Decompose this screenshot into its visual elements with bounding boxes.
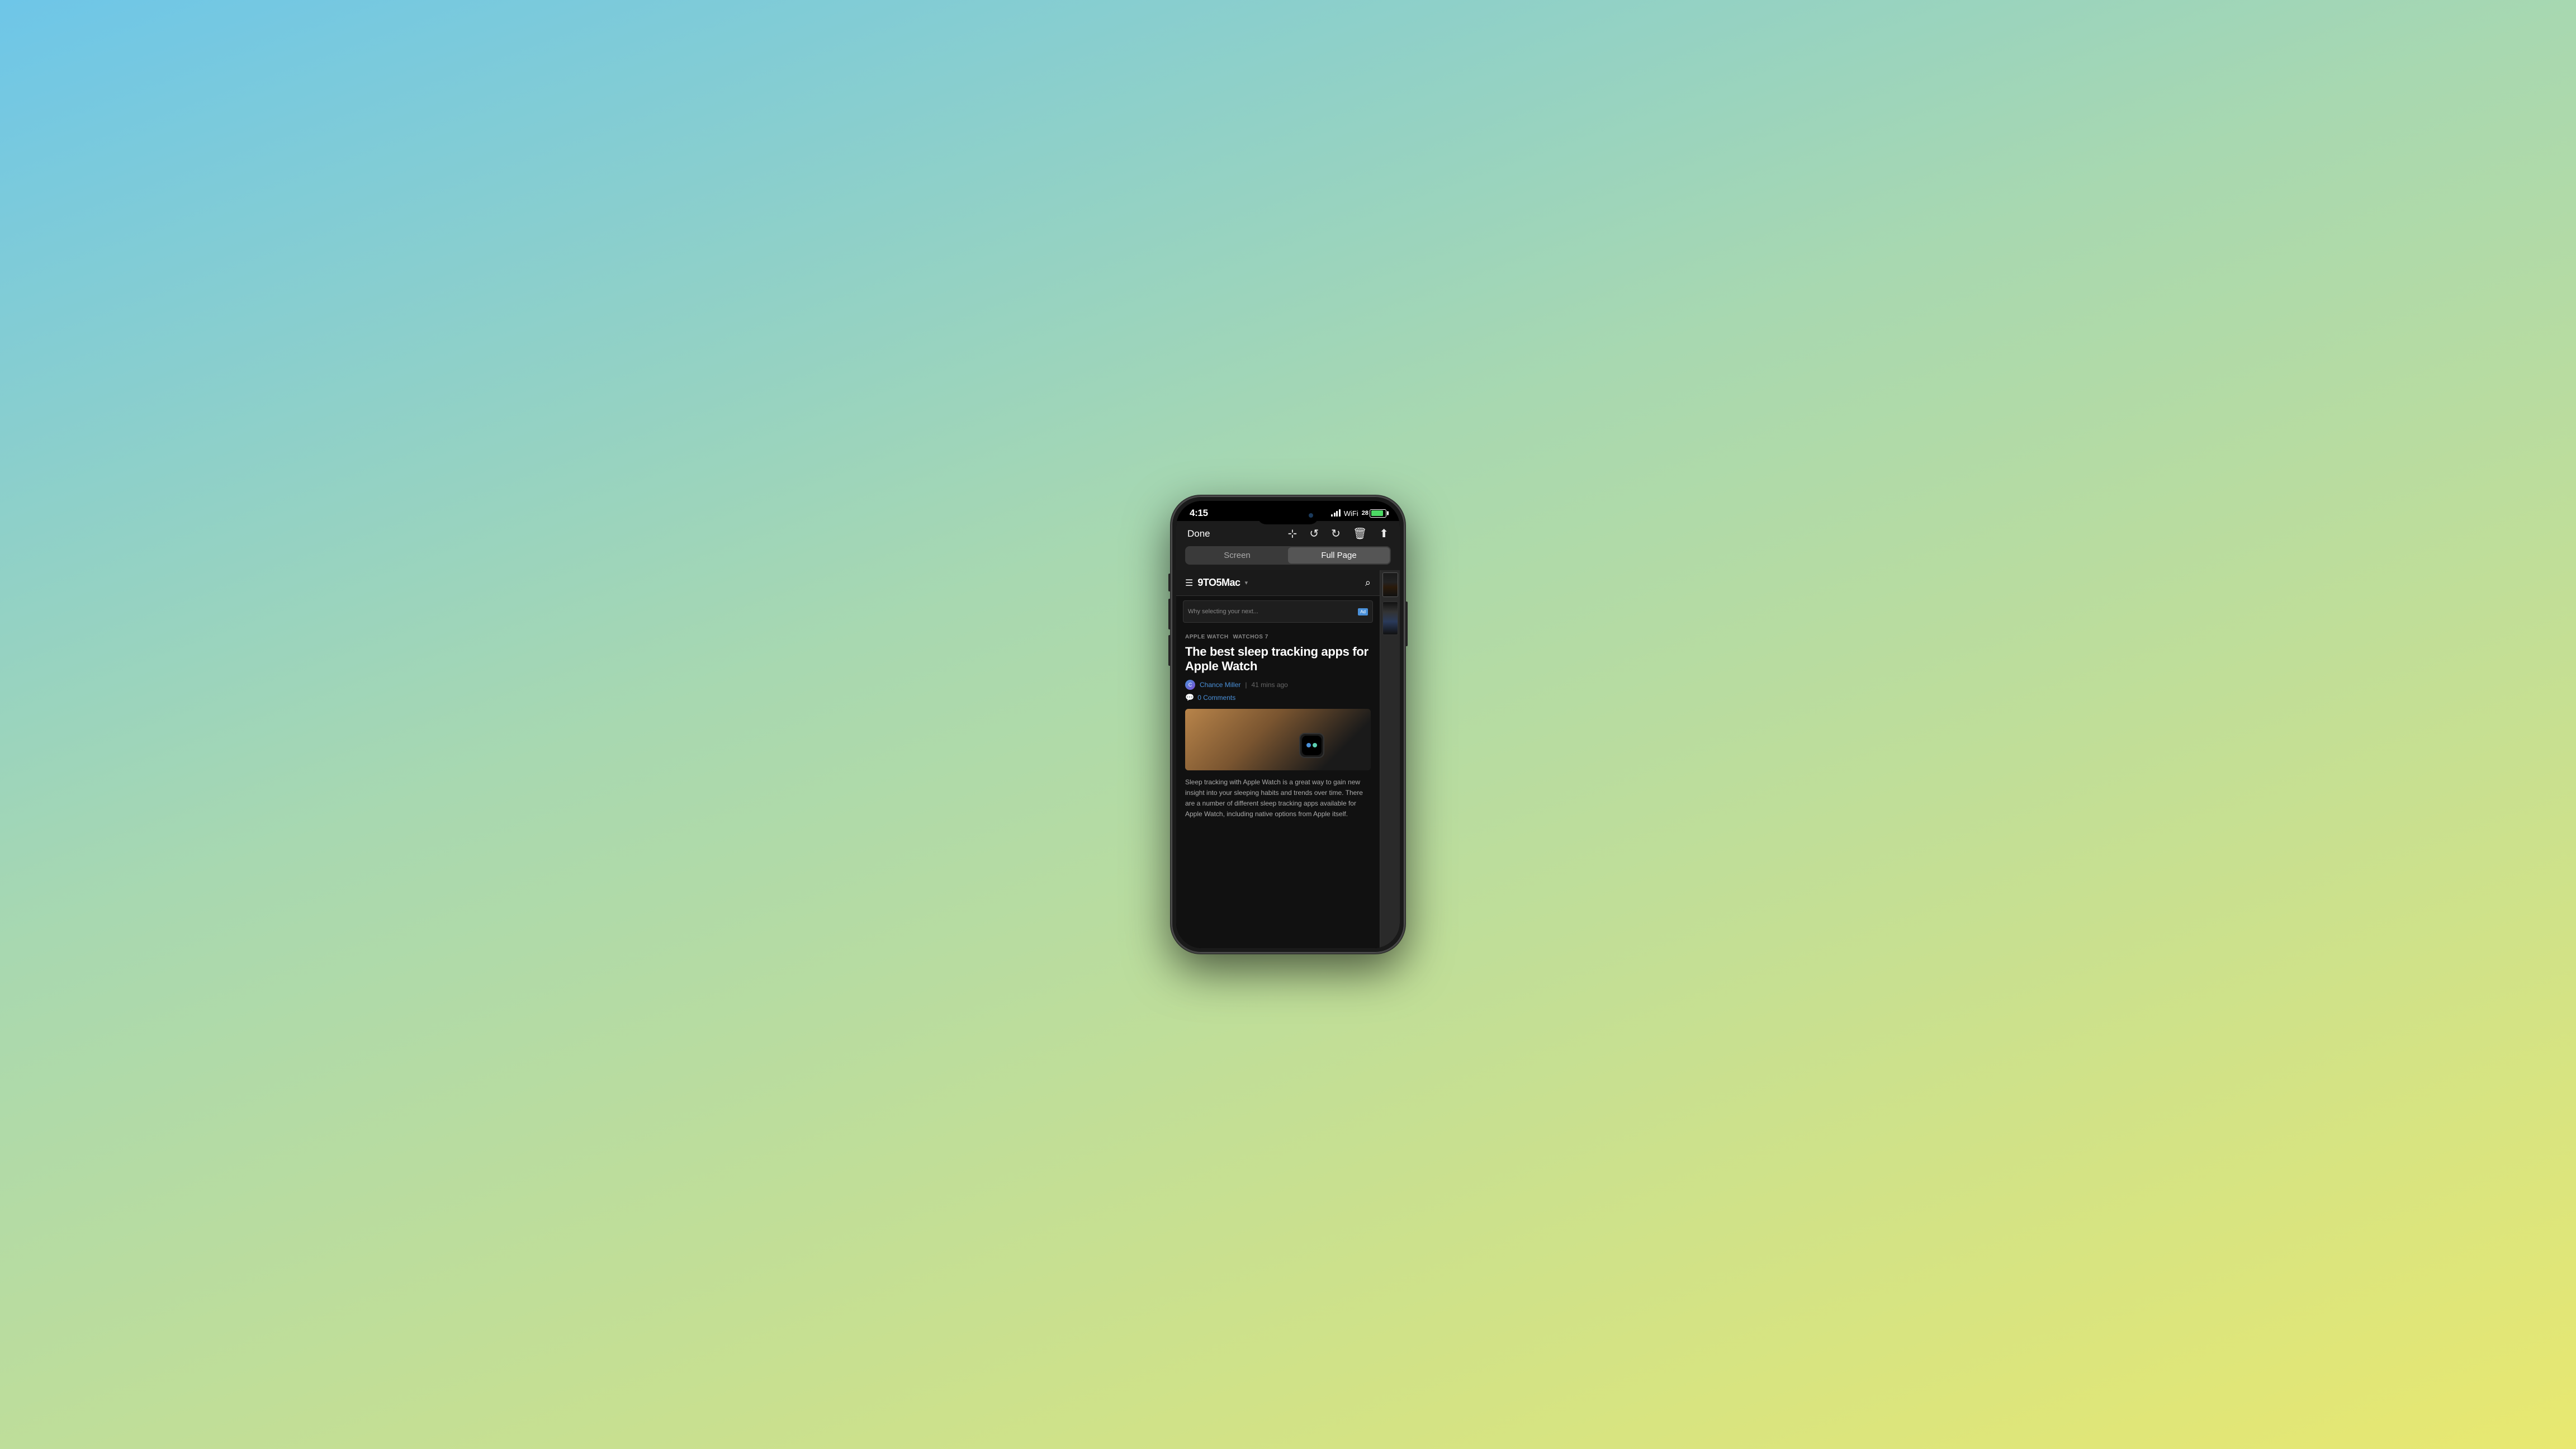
site-logo: 9TO5Mac xyxy=(1197,577,1240,589)
search-icon[interactable]: ⌕ xyxy=(1365,577,1371,589)
crop-icon[interactable]: ⊹ xyxy=(1288,527,1298,541)
phone-mockup: 4:15 WiFi 28 xyxy=(1171,495,1405,954)
screenshot-toolbar: Done ⊹ ↺ ↻ 🗑 ⬆ xyxy=(1176,521,1400,546)
site-logo-area: ☰ 9TO5Mac ▾ xyxy=(1185,577,1248,589)
status-icons: WiFi 28 xyxy=(1331,509,1386,518)
comments-row: 💬 0 Comments xyxy=(1185,693,1371,702)
article-body: Sleep tracking with Apple Watch is a gre… xyxy=(1185,777,1371,820)
site-header: ☰ 9TO5Mac ▾ ⌕ xyxy=(1176,570,1380,596)
ad-badge: Ad xyxy=(1358,608,1368,615)
full-page-tab[interactable]: Full Page xyxy=(1288,547,1390,564)
delete-icon[interactable]: 🗑 xyxy=(1353,527,1367,541)
article-meta: C Chance Miller | 41 mins ago xyxy=(1185,680,1371,690)
time-ago: 41 mins ago xyxy=(1251,681,1287,689)
ad-banner: Why selecting your next... Ad xyxy=(1183,600,1373,623)
battery-indicator: 28 xyxy=(1362,509,1386,518)
rotate-left-icon[interactable]: ↺ xyxy=(1309,527,1319,541)
category-watchos[interactable]: WATCHOS 7 xyxy=(1233,634,1268,640)
camera-dot xyxy=(1309,513,1313,518)
article-image xyxy=(1185,709,1371,770)
content-area: ☰ 9TO5Mac ▾ ⌕ Why selecting your next...… xyxy=(1176,570,1400,948)
article-section: APPLE WATCH WATCHOS 7 The best sleep tra… xyxy=(1176,627,1380,827)
watch-dot-teal xyxy=(1313,743,1317,747)
rotate-right-icon[interactable]: ↻ xyxy=(1331,527,1341,541)
preview-thumb-current[interactable] xyxy=(1382,572,1398,597)
comments-link[interactable]: 0 Comments xyxy=(1197,694,1235,702)
share-icon[interactable]: ⬆ xyxy=(1379,527,1389,541)
battery-outline xyxy=(1370,509,1386,518)
hamburger-icon[interactable]: ☰ xyxy=(1185,577,1193,589)
wifi-icon: WiFi xyxy=(1344,509,1358,518)
watch-dot-blue xyxy=(1306,743,1311,747)
segment-inner: Screen Full Page xyxy=(1185,546,1391,565)
done-button[interactable]: Done xyxy=(1187,528,1210,539)
dynamic-island xyxy=(1257,506,1319,524)
comments-icon: 💬 xyxy=(1185,693,1194,702)
article-categories: APPLE WATCH WATCHOS 7 xyxy=(1185,634,1371,640)
signal-icon xyxy=(1331,510,1341,517)
preview-thumb-content xyxy=(1383,573,1398,596)
power-button xyxy=(1405,602,1408,646)
watch-screen xyxy=(1302,736,1322,755)
status-bar: 4:15 WiFi 28 xyxy=(1176,501,1400,521)
category-apple-watch[interactable]: APPLE WATCH xyxy=(1185,634,1229,640)
screen-tab[interactable]: Screen xyxy=(1186,547,1288,564)
toolbar-icons: ⊹ ↺ ↻ 🗑 ⬆ xyxy=(1288,527,1389,541)
view-mode-segment: Screen Full Page xyxy=(1176,546,1400,570)
phone-frame: 4:15 WiFi 28 xyxy=(1171,495,1405,954)
preview-thumb-2-content xyxy=(1383,602,1398,634)
battery-percentage: 28 xyxy=(1362,510,1368,517)
phone-screen: 4:15 WiFi 28 xyxy=(1176,501,1400,948)
author-name[interactable]: Chance Miller xyxy=(1200,681,1240,689)
battery-fill xyxy=(1371,510,1383,516)
apple-watch-overlay xyxy=(1299,733,1324,758)
preview-thumb-next[interactable] xyxy=(1382,602,1398,635)
ad-text: Why selecting your next... xyxy=(1188,608,1258,615)
main-content: ☰ 9TO5Mac ▾ ⌕ Why selecting your next...… xyxy=(1176,570,1380,948)
status-time: 4:15 xyxy=(1190,508,1208,519)
dropdown-arrow[interactable]: ▾ xyxy=(1245,579,1248,586)
article-time: | xyxy=(1245,681,1247,689)
article-title: The best sleep tracking apps for Apple W… xyxy=(1185,645,1371,674)
author-avatar: C xyxy=(1185,680,1195,690)
page-preview-sidebar xyxy=(1380,570,1400,948)
